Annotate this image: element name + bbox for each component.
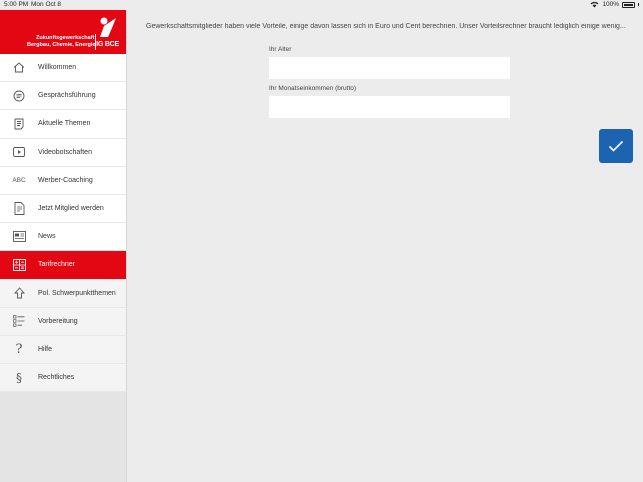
main-content: Gewerkschaftsmitglieder haben viele Vort… — [128, 10, 643, 482]
status-right: 100% — [590, 1, 639, 8]
chat-icon — [0, 90, 38, 102]
age-label: Ihr Alter — [269, 46, 292, 53]
abc-icon: ABC — [12, 176, 26, 184]
battery-icon — [622, 1, 635, 8]
home-icon — [0, 62, 38, 73]
sidebar-item-willkommen[interactable]: Willkommen — [0, 54, 126, 83]
sidebar-item-rechtliches[interactable]: § Rechtliches — [0, 364, 126, 393]
sidebar-item-label: Willkommen — [38, 64, 77, 72]
sidebar-item-label: Gesprächsführung — [38, 92, 96, 100]
sidebar-item-label: News — [38, 233, 56, 241]
scroll-icon — [0, 118, 38, 130]
paragraph-icon: § — [16, 370, 22, 385]
sidebar-item-label: Werber-Coaching — [38, 176, 93, 184]
brand-header: Zukunftsgewerkschaft Bergbau, Chemie, En… — [0, 10, 126, 54]
sidebar-item-label: Videobotschaften — [38, 148, 92, 156]
sidebar-item-label: Aktuelle Themen — [38, 120, 91, 128]
sidebar: Zukunftsgewerkschaft Bergbau, Chemie, En… — [0, 10, 127, 482]
sidebar-item-label: Pol. Schwerpunktthemen — [38, 289, 116, 297]
form-icon — [0, 202, 38, 215]
newspaper-icon — [0, 231, 38, 243]
sidebar-item-label: Hilfe — [38, 345, 53, 353]
igbce-logo-icon — [100, 17, 116, 37]
sidebar-item-tarifrechner[interactable]: Tarifrechner — [0, 251, 126, 280]
brand-logo-text: IG BCE — [96, 41, 119, 48]
income-input[interactable] — [269, 96, 510, 118]
sidebar-item-label: Rechtliches — [38, 374, 75, 382]
sidebar-item-label: Vorbereitung — [38, 317, 78, 325]
status-date: Mon Oct 8 — [31, 1, 61, 8]
submit-button[interactable] — [599, 129, 633, 163]
intro-text: Gewerkschaftsmitglieder haben viele Vort… — [146, 23, 626, 30]
sidebar-item-label: Jetzt Mitglied werden — [38, 205, 104, 213]
sidebar-item-label: Tarifrechner — [38, 261, 75, 269]
play-icon — [0, 147, 38, 158]
sidebar-item-mitglied-werden[interactable]: Jetzt Mitglied werden — [0, 194, 126, 224]
checklist-icon — [0, 315, 38, 328]
sidebar-menu: Willkommen Gesprächsführung Aktuelle The… — [0, 54, 126, 393]
calculator-icon — [0, 258, 38, 271]
brand-line1: Zukunftsgewerkschaft — [36, 35, 95, 41]
sidebar-item-videobotschaften[interactable]: Videobotschaften — [0, 138, 126, 167]
battery-percent: 100% — [602, 1, 619, 8]
sidebar-item-aktuelle-themen[interactable]: Aktuelle Themen — [0, 110, 126, 139]
question-icon: ? — [15, 341, 23, 357]
income-label: Ihr Monatseinkommen (brutto) — [269, 85, 357, 92]
sidebar-item-hilfe[interactable]: ? Hilfe — [0, 335, 126, 365]
checkmark-icon — [608, 140, 624, 152]
arrow-up-icon — [0, 287, 38, 299]
status-bar: 5:00 PM Mon Oct 8 100% — [0, 0, 643, 10]
status-time: 5:00 PM — [4, 1, 29, 8]
sidebar-item-vorbereitung[interactable]: Vorbereitung — [0, 307, 126, 336]
wifi-icon — [590, 1, 599, 8]
brand-line2: Bergbau, Chemie, Energie — [27, 42, 96, 48]
sidebar-item-werber-coaching[interactable]: ABC Werber-Coaching — [0, 166, 126, 195]
sidebar-item-gespraechsfuehrung[interactable]: Gesprächsführung — [0, 82, 126, 111]
battery-tip — [638, 3, 639, 6]
sidebar-item-news[interactable]: News — [0, 223, 126, 252]
age-input[interactable] — [269, 57, 510, 79]
sidebar-item-schwerpunktthemen[interactable]: Pol. Schwerpunktthemen — [0, 279, 126, 308]
